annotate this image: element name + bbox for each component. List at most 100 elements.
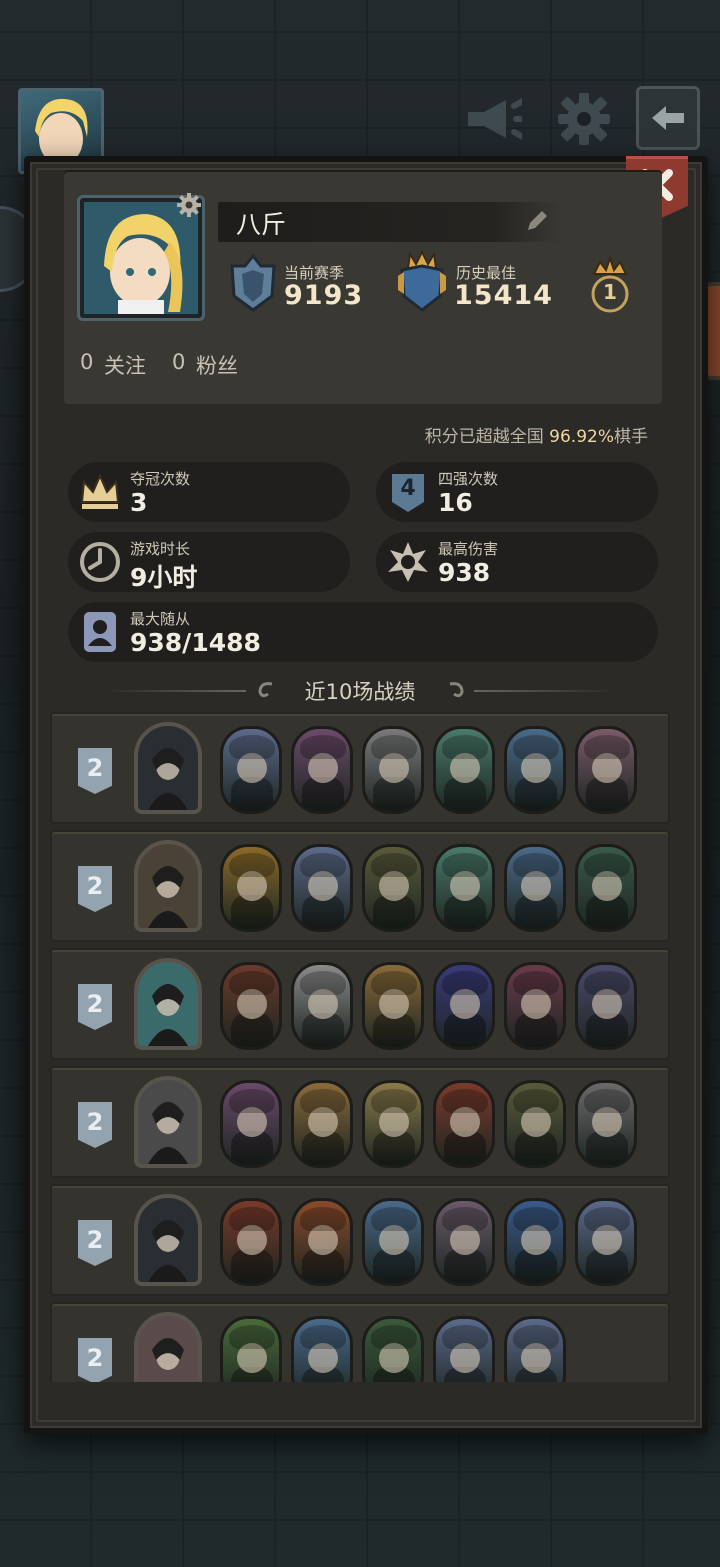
unit-portrait[interactable]: [433, 1316, 495, 1382]
follower-card-icon: [84, 612, 116, 652]
unit-portrait[interactable]: [504, 1198, 566, 1286]
player-name: 八斤: [236, 210, 287, 239]
hero-portrait[interactable]: [134, 1312, 202, 1382]
percentile-text: 积分已超越全国 96.92%棋手: [425, 422, 648, 447]
crown-icon: [80, 473, 120, 509]
placement-number: 2: [86, 1226, 104, 1254]
unit-portrait[interactable]: [220, 1198, 282, 1286]
placement-number: 2: [86, 1108, 104, 1136]
unit-portrait[interactable]: [433, 726, 495, 814]
gear-icon[interactable]: [554, 92, 614, 146]
hero-portrait[interactable]: [134, 1194, 202, 1286]
unit-portrait[interactable]: [291, 1080, 353, 1168]
hero-portrait[interactable]: [134, 722, 202, 814]
unit-portrait[interactable]: [362, 1316, 424, 1382]
placement-badge: 2: [78, 1338, 112, 1382]
hero-portrait[interactable]: [134, 1076, 202, 1168]
season-shield-icon: [230, 253, 276, 312]
clock-icon: [80, 542, 120, 582]
unit-portrait[interactable]: [433, 1198, 495, 1286]
placement-badge: 2: [78, 1102, 112, 1148]
unit-portrait[interactable]: [362, 1080, 424, 1168]
unit-portrait[interactable]: [291, 962, 353, 1050]
history-best-shield-icon: [398, 250, 446, 312]
percentile-prefix: 积分已超越全国: [424, 427, 550, 447]
unit-portrait[interactable]: [362, 1198, 424, 1286]
unit-portrait[interactable]: [504, 726, 566, 814]
history-best-value: 15414: [454, 280, 553, 311]
fans-label[interactable]: 粉丝: [196, 350, 238, 380]
stat-playtime-label: 游戏时长: [130, 540, 191, 558]
stat-max-followers-value: 938/1488: [130, 628, 261, 657]
stat-max-damage-label: 最高伤害: [438, 540, 499, 558]
unit-portrait[interactable]: [362, 844, 424, 932]
avatar-settings-gear-icon[interactable]: [176, 192, 202, 218]
match-row[interactable]: 2: [50, 1066, 670, 1178]
unit-portrait[interactable]: [291, 726, 353, 814]
match-row[interactable]: 2: [50, 948, 670, 1060]
stat-champion: 夺冠次数 3: [68, 462, 350, 522]
placement-badge: 2: [78, 1220, 112, 1266]
crown-rank-number: 1: [603, 280, 617, 304]
recent-matches-list[interactable]: 2 2 2 2 2 2: [50, 712, 670, 1382]
stat-max-followers-label: 最大随从: [130, 610, 191, 628]
unit-portrait[interactable]: [504, 844, 566, 932]
unit-portrait[interactable]: [291, 1316, 353, 1382]
placement-number: 2: [86, 1344, 104, 1372]
unit-portrait[interactable]: [575, 1080, 637, 1168]
megaphone-icon[interactable]: [462, 92, 522, 146]
follow-label[interactable]: 关注: [104, 350, 146, 380]
unit-portrait[interactable]: [220, 726, 282, 814]
placement-badge: 2: [78, 866, 112, 912]
back-arrow-icon: [652, 106, 684, 130]
fans-count[interactable]: 0: [172, 350, 185, 374]
percentile-value: 96.92%: [549, 427, 614, 447]
stat-max-damage-value: 938: [438, 558, 491, 587]
unit-portrait[interactable]: [220, 1316, 282, 1382]
follow-count[interactable]: 0: [80, 350, 93, 374]
hero-portrait[interactable]: [134, 958, 202, 1050]
match-row[interactable]: 2: [50, 712, 670, 824]
edit-pencil-icon[interactable]: [524, 208, 550, 234]
current-season-value: 9193: [284, 280, 364, 311]
stat-top4: 4 四强次数 16: [376, 462, 658, 522]
hero-portrait[interactable]: [134, 840, 202, 932]
unit-portrait[interactable]: [575, 962, 637, 1050]
placement-number: 2: [86, 990, 104, 1018]
unit-portrait[interactable]: [433, 844, 495, 932]
stat-top4-value: 16: [438, 488, 473, 517]
placement-badge: 2: [78, 984, 112, 1030]
burst-icon: [388, 542, 428, 582]
percentile-suffix: 棋手: [614, 427, 648, 447]
unit-portrait[interactable]: [433, 1080, 495, 1168]
stat-champion-value: 3: [130, 488, 148, 517]
match-row[interactable]: 2: [50, 830, 670, 942]
placement-badge: 2: [78, 748, 112, 794]
stat-max-followers: 最大随从 938/1488: [68, 602, 658, 662]
stat-playtime-value: 9小时: [130, 563, 198, 592]
unit-portrait[interactable]: [291, 1198, 353, 1286]
stat-playtime: 游戏时长 9小时: [68, 532, 350, 592]
unit-portrait[interactable]: [220, 1080, 282, 1168]
recent-matches-title: 近10场战绩: [304, 680, 416, 704]
match-row[interactable]: 2: [50, 1184, 670, 1296]
placement-number: 2: [86, 872, 104, 900]
unit-portrait[interactable]: [575, 726, 637, 814]
unit-portrait[interactable]: [504, 1316, 566, 1382]
unit-portrait[interactable]: [220, 962, 282, 1050]
top4-icon-number: 4: [400, 476, 416, 501]
unit-portrait[interactable]: [220, 844, 282, 932]
placement-number: 2: [86, 754, 104, 782]
unit-portrait[interactable]: [504, 962, 566, 1050]
stat-max-damage: 最高伤害 938: [376, 532, 658, 592]
unit-portrait[interactable]: [433, 962, 495, 1050]
unit-portrait[interactable]: [291, 844, 353, 932]
unit-portrait[interactable]: [362, 726, 424, 814]
unit-portrait[interactable]: [575, 1198, 637, 1286]
stat-champion-label: 夺冠次数: [130, 470, 191, 488]
unit-portrait[interactable]: [575, 844, 637, 932]
unit-portrait[interactable]: [504, 1080, 566, 1168]
match-row[interactable]: 2: [50, 1302, 670, 1382]
back-button[interactable]: [636, 86, 700, 150]
unit-portrait[interactable]: [362, 962, 424, 1050]
